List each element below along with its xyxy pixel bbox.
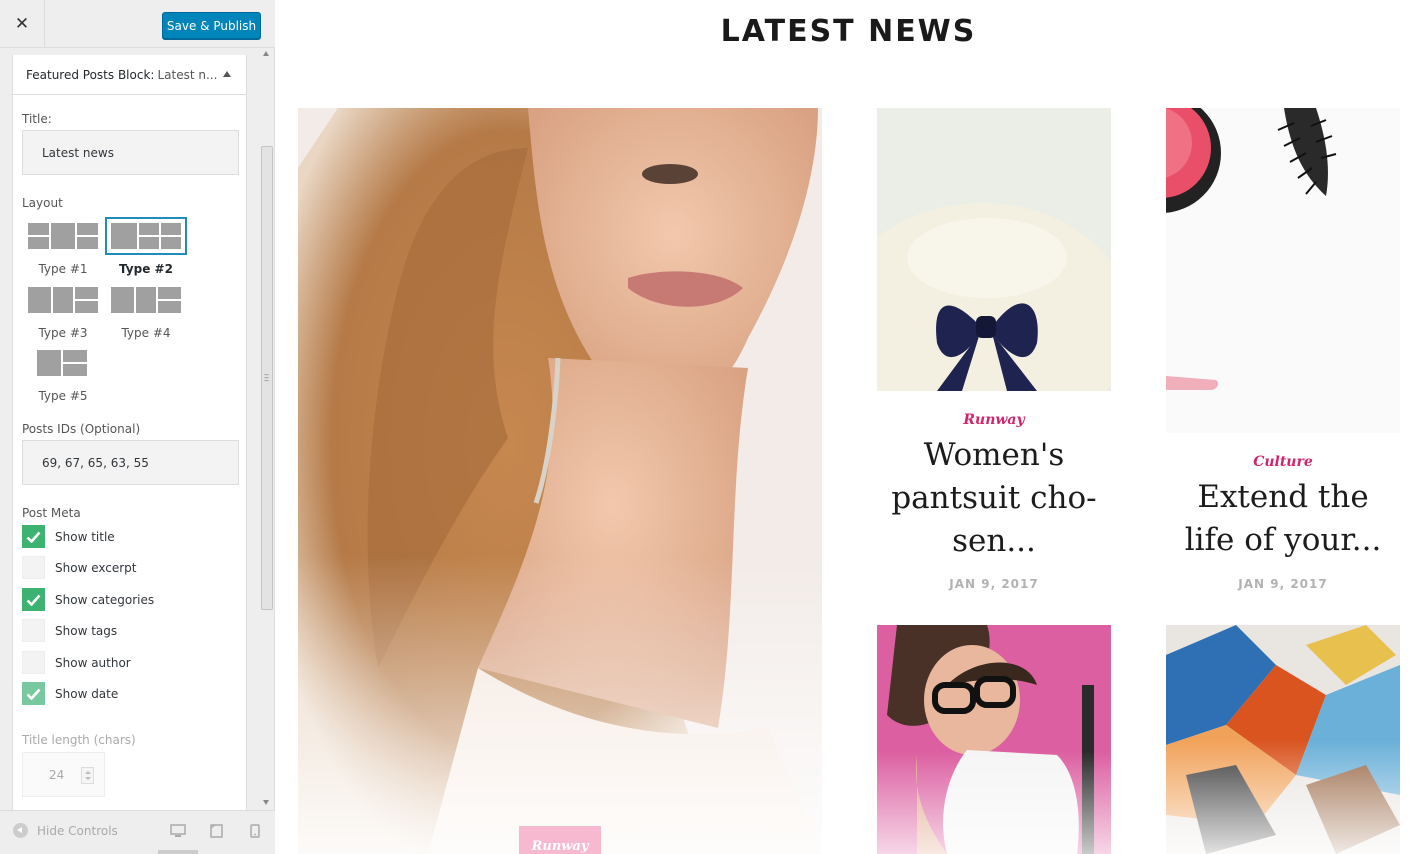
show-date-checkbox[interactable] bbox=[22, 682, 45, 705]
post-4-image[interactable] bbox=[1166, 625, 1400, 854]
layout-type-3-label: Type #3 bbox=[38, 326, 88, 340]
layout-type-4-thumb bbox=[109, 285, 183, 315]
paint-art-illustration bbox=[1166, 625, 1400, 854]
hero-category-badge[interactable]: Runway bbox=[519, 826, 601, 854]
post-2-title[interactable]: Extend the life of your... bbox=[1166, 476, 1400, 562]
show-excerpt-label: Show excerpt bbox=[55, 560, 137, 575]
layout-type-4-label: Type #4 bbox=[121, 326, 171, 340]
number-spinner-icon[interactable] bbox=[81, 767, 94, 784]
post-1-title-line: sen... bbox=[952, 523, 1036, 559]
section-title: Featured Posts Block: bbox=[26, 67, 155, 82]
post-2-title-line: Extend the bbox=[1197, 479, 1369, 515]
post-ids-input[interactable]: 69, 67, 65, 63, 55 bbox=[22, 440, 239, 485]
customizer-header: ✕ Save & Publish bbox=[0, 0, 275, 48]
site-preview: LATEST NEWS Runway Runway Women's pantsu… bbox=[276, 0, 1419, 854]
save-publish-button[interactable]: Save & Publish bbox=[162, 12, 261, 39]
title-length-value: 24 bbox=[49, 767, 65, 782]
sidebar-scrollbar[interactable]: ‒ ‒ ‒ bbox=[259, 48, 275, 810]
layout-label: Layout bbox=[22, 196, 63, 210]
tablet-icon[interactable] bbox=[210, 824, 223, 838]
show-categories-label: Show categories bbox=[55, 592, 155, 607]
post-2-category[interactable]: Culture bbox=[1166, 454, 1400, 470]
post-ids-label: Posts IDs (Optional) bbox=[22, 422, 141, 436]
mobile-icon[interactable] bbox=[250, 824, 260, 838]
post-1-title-line: Women's bbox=[923, 437, 1065, 473]
scroll-up-arrow-icon[interactable] bbox=[263, 51, 269, 56]
post-1-title[interactable]: Women's pantsuit cho- sen... bbox=[877, 434, 1111, 563]
show-excerpt-option[interactable]: Show excerpt bbox=[22, 556, 137, 579]
post-1-title-line: pantsuit cho- bbox=[891, 480, 1097, 516]
hide-controls-button[interactable]: Hide Controls bbox=[13, 823, 118, 838]
controls-scroll-area: Featured Posts Block: Latest n... Title:… bbox=[0, 48, 275, 810]
desktop-icon[interactable] bbox=[170, 824, 186, 838]
layout-type-3-thumb bbox=[26, 285, 100, 315]
show-author-checkbox[interactable] bbox=[22, 651, 45, 674]
collapse-arrow-icon[interactable] bbox=[223, 71, 231, 77]
show-tags-label: Show tags bbox=[55, 623, 118, 638]
title-length-input[interactable]: 24 bbox=[22, 752, 105, 797]
customizer-footer: Hide Controls bbox=[0, 810, 275, 854]
post-1-image[interactable] bbox=[877, 108, 1111, 391]
layout-type-5[interactable]: Type #5 bbox=[23, 348, 103, 403]
section-subtitle: Latest n... bbox=[157, 67, 218, 82]
show-title-option[interactable]: Show title bbox=[22, 525, 115, 548]
layout-type-3[interactable]: Type #3 bbox=[23, 285, 103, 340]
layout-type-1[interactable]: Type #1 bbox=[23, 221, 103, 276]
close-button[interactable]: ✕ bbox=[0, 0, 45, 48]
show-title-checkbox[interactable] bbox=[22, 525, 45, 548]
show-excerpt-checkbox[interactable] bbox=[22, 556, 45, 579]
layout-type-4[interactable]: Type #4 bbox=[106, 285, 186, 340]
post-1-date: JAN 9, 2017 bbox=[949, 577, 1039, 591]
show-author-option[interactable]: Show author bbox=[22, 651, 131, 674]
layout-type-2[interactable]: Type #2 bbox=[105, 217, 187, 276]
post-2-title-line: life of your... bbox=[1184, 522, 1382, 558]
post-2-image[interactable] bbox=[1166, 108, 1400, 433]
layout-type-5-label: Type #5 bbox=[38, 389, 88, 403]
layout-type-5-thumb bbox=[35, 348, 91, 378]
section-header[interactable]: Featured Posts Block: Latest n... bbox=[13, 55, 246, 95]
scroll-down-arrow-icon[interactable] bbox=[263, 800, 269, 805]
show-author-label: Show author bbox=[55, 655, 131, 670]
section-panel: Featured Posts Block: Latest n... Title:… bbox=[12, 55, 247, 810]
title-input[interactable]: Latest news bbox=[22, 130, 239, 175]
post-meta-label: Post Meta bbox=[22, 506, 81, 520]
show-categories-checkbox[interactable] bbox=[22, 588, 45, 611]
show-tags-checkbox[interactable] bbox=[22, 619, 45, 642]
show-date-label: Show date bbox=[55, 686, 119, 701]
footer-handle bbox=[158, 850, 198, 854]
hide-controls-label: Hide Controls bbox=[37, 823, 118, 838]
post-1-category[interactable]: Runway bbox=[877, 412, 1111, 428]
grip-icon: ‒ ‒ ‒ bbox=[264, 370, 270, 385]
close-icon: ✕ bbox=[14, 14, 30, 34]
show-date-option[interactable]: Show date bbox=[22, 682, 118, 705]
collapse-left-icon bbox=[13, 823, 28, 838]
post-2-date: JAN 9, 2017 bbox=[1238, 577, 1328, 591]
block-title: LATEST NEWS bbox=[720, 14, 977, 49]
hat-illustration bbox=[877, 108, 1111, 391]
layout-type-1-thumb bbox=[26, 221, 100, 251]
title-length-label: Title length (chars) bbox=[22, 733, 136, 747]
layout-type-1-label: Type #1 bbox=[38, 262, 88, 276]
layout-type-2-thumb bbox=[105, 217, 187, 255]
makeup-illustration bbox=[1166, 108, 1400, 433]
customizer-sidebar: ✕ Save & Publish Featured Posts Block: L… bbox=[0, 0, 275, 854]
show-categories-option[interactable]: Show categories bbox=[22, 588, 154, 611]
title-field-label: Title: bbox=[22, 112, 52, 126]
glasses-woman-illustration bbox=[877, 625, 1111, 854]
post-3-image[interactable] bbox=[877, 625, 1111, 854]
hero-post-image[interactable] bbox=[298, 108, 822, 854]
show-tags-option[interactable]: Show tags bbox=[22, 619, 117, 642]
hero-portrait-illustration bbox=[298, 108, 822, 854]
show-title-label: Show title bbox=[55, 529, 115, 544]
layout-type-2-label: Type #2 bbox=[119, 262, 173, 276]
scrollbar-thumb[interactable]: ‒ ‒ ‒ bbox=[261, 146, 273, 610]
